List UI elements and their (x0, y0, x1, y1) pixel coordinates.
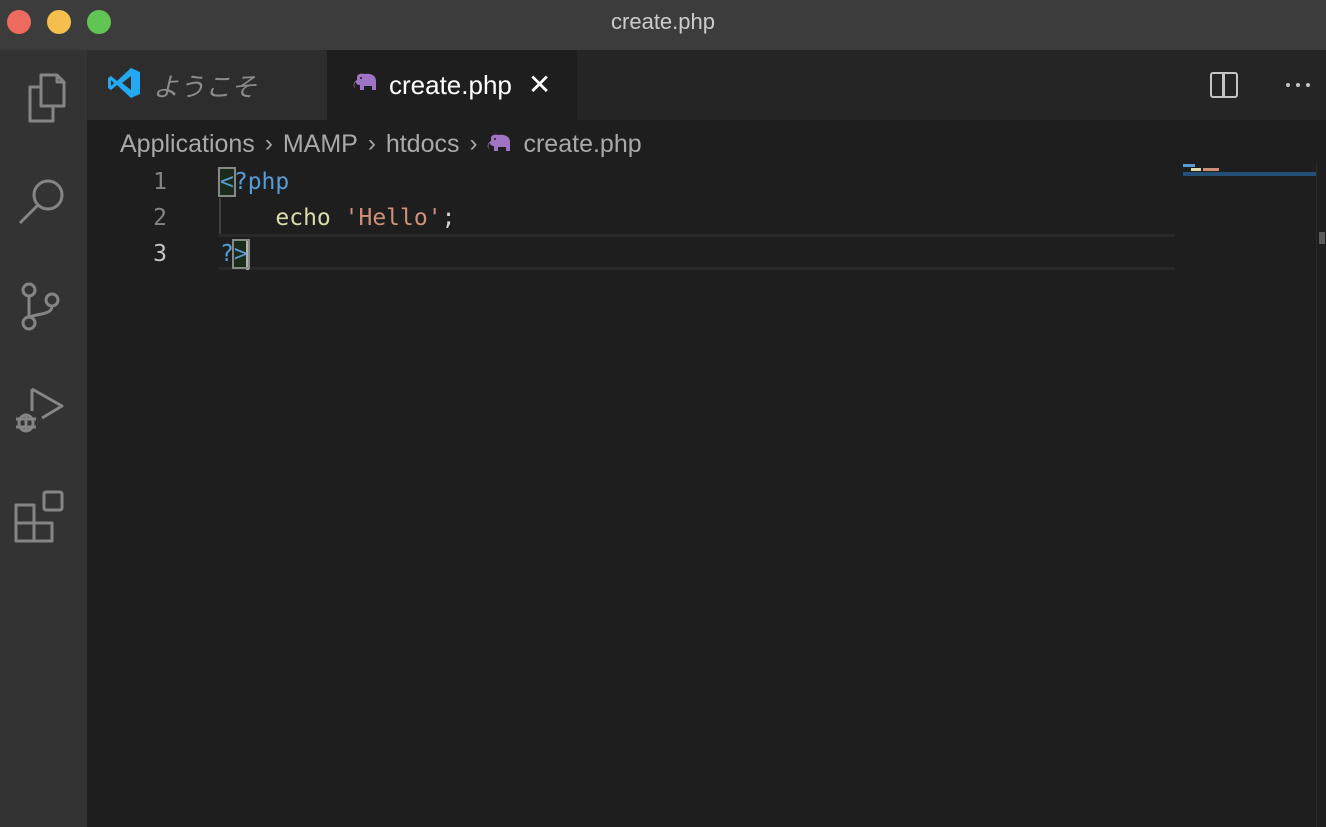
vertical-scrollbar[interactable] (1316, 162, 1326, 827)
breadcrumb-item-mamp[interactable]: MAMP (283, 130, 358, 159)
code-line: 2 echo 'Hello'; (87, 200, 1177, 236)
tab-create-php[interactable]: create.php ✕ (327, 50, 577, 120)
token-semicolon: ; (441, 205, 456, 231)
token-question: ? (220, 241, 234, 267)
extensions-icon[interactable] (12, 488, 70, 546)
activity-bar (0, 50, 87, 827)
breadcrumb-item-file[interactable]: create.php (523, 130, 641, 159)
line-number: 3 (153, 241, 167, 267)
run-debug-icon[interactable] (12, 383, 70, 441)
minimap-line (1191, 168, 1201, 171)
close-tab-icon[interactable]: ✕ (528, 71, 551, 99)
code-line: 1 <?php (87, 164, 1177, 200)
token-echo: echo (275, 205, 331, 231)
php-elephant-icon (353, 73, 377, 98)
line-number: 2 (153, 205, 167, 231)
minimap-current-line (1183, 172, 1323, 176)
tab-welcome[interactable]: ようこそ (87, 50, 327, 120)
minimap-line (1183, 164, 1195, 167)
line-number: 1 (153, 169, 167, 195)
vscode-logo-icon (107, 66, 141, 105)
token-php-open: ?php (233, 169, 290, 195)
text-cursor (245, 239, 249, 270)
breadcrumb-separator: › (469, 130, 478, 157)
title-bar: create.php (0, 0, 1326, 50)
line-content: echo 'Hello'; (220, 200, 455, 236)
split-editor-icon[interactable] (1210, 72, 1238, 98)
source-control-icon[interactable] (12, 278, 70, 336)
line-content: ?> (220, 236, 250, 272)
token-bracket-open: < (218, 167, 236, 197)
breadcrumb-separator: › (264, 130, 273, 157)
window-title: create.php (611, 9, 715, 34)
scrollbar-thumb[interactable] (1319, 232, 1325, 244)
editor-actions (1210, 50, 1326, 120)
code-editor[interactable]: 1 <?php 2 echo 'Hello'; 3 ?> (87, 162, 1177, 827)
minimap[interactable] (1177, 162, 1323, 827)
php-elephant-icon (487, 134, 511, 154)
breadcrumb-item-htdocs[interactable]: htdocs (386, 130, 460, 159)
tab-label: create.php (389, 69, 512, 100)
search-icon[interactable] (12, 173, 70, 231)
files-icon[interactable] (12, 68, 70, 126)
minimap-line (1203, 168, 1219, 171)
tab-label: ようこそ (153, 71, 258, 102)
tab-bar: ようこそ create.php ✕ (87, 50, 1326, 120)
line-content: <?php (218, 164, 290, 200)
breadcrumb-separator: › (367, 130, 376, 157)
breadcrumb-item-applications[interactable]: Applications (120, 130, 255, 159)
token-string: 'Hello' (344, 205, 442, 231)
code-line: 3 ?> (87, 236, 1177, 272)
breadcrumb: Applications › MAMP › htdocs › create.ph… (120, 126, 642, 162)
more-actions-icon[interactable] (1286, 83, 1310, 87)
